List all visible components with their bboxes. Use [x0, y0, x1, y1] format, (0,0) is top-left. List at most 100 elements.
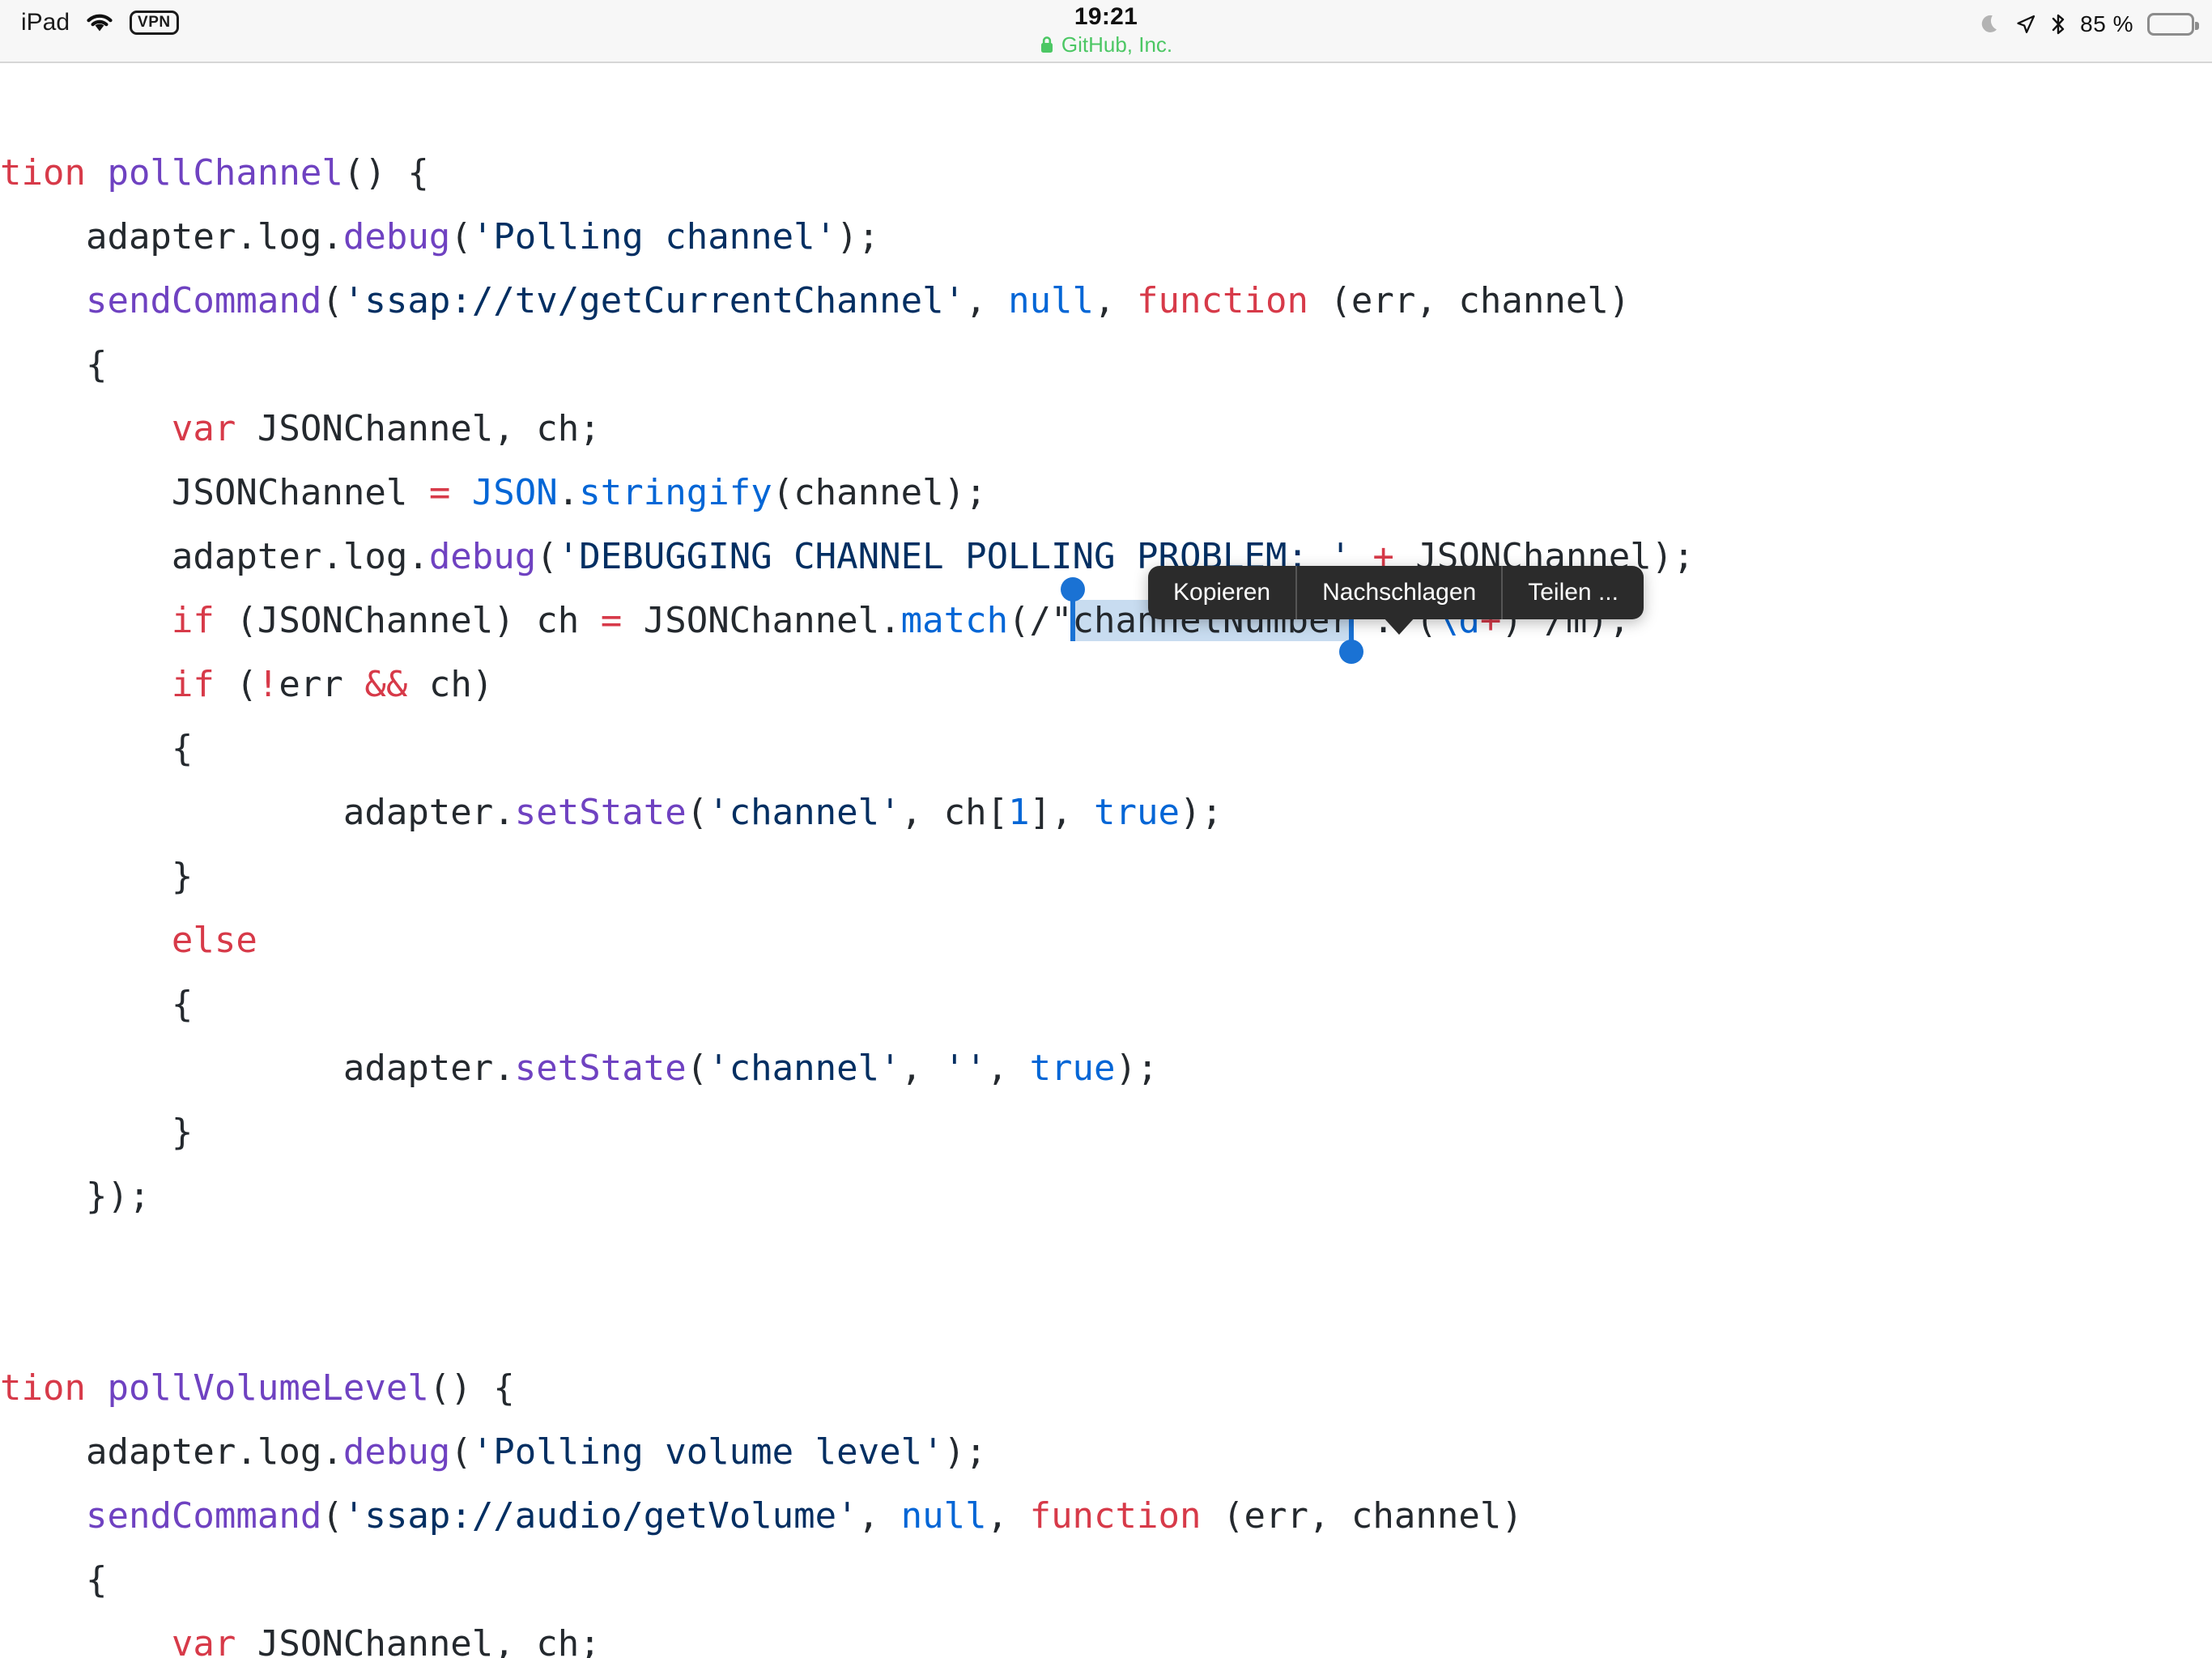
code-token: , [857, 1495, 901, 1537]
code-token: adapter.log. [0, 536, 429, 577]
clock-label: 19:21 [1074, 3, 1138, 30]
context-menu-item-lookup[interactable]: Nachschlagen [1297, 566, 1501, 619]
code-token: 'ssap://tv/getCurrentChannel' [342, 280, 966, 321]
code-token: JSONChannel, ch; [236, 1623, 601, 1658]
code-token: tion [0, 1367, 108, 1409]
text-selection-context-menu[interactable]: Kopieren Nachschlagen Teilen ... [1148, 566, 1644, 619]
code-line[interactable]: JSONChannel = JSON.stringify(channel); [0, 461, 1695, 525]
code-token: }); [0, 1175, 151, 1217]
code-line[interactable]: if (!err && ch) [0, 653, 1695, 716]
code-line[interactable]: } [0, 844, 1695, 908]
code-token: ( [321, 280, 343, 321]
status-bar: iPad VPN 19:21 GitHub, Inc. 85 % [0, 0, 2212, 63]
code-token: = [428, 472, 451, 513]
bluetooth-icon [2050, 12, 2066, 36]
code-token: ( [686, 1048, 708, 1089]
code-line[interactable]: tion pollVolumeLevel() { [0, 1356, 1695, 1420]
code-line[interactable] [0, 1228, 1695, 1292]
code-token: if [171, 664, 215, 705]
code-line[interactable]: { [0, 333, 1695, 397]
code-line[interactable]: var JSONChannel, ch; [0, 1612, 1695, 1658]
code-token: sendCommand [85, 1495, 322, 1537]
code-line[interactable]: var JSONChannel, ch; [0, 397, 1695, 461]
context-menu-item-copy[interactable]: Kopieren [1148, 566, 1295, 619]
code-token: () { [342, 152, 429, 193]
context-menu-pointer [1383, 617, 1415, 635]
code-line[interactable]: sendCommand('ssap://tv/getCurrentChannel… [0, 269, 1695, 333]
code-line[interactable]: adapter.setState('channel', ch[1], true)… [0, 780, 1695, 844]
code-token: stringify [579, 472, 772, 513]
battery-icon [2147, 13, 2199, 36]
code-token: , ch[ [900, 792, 1009, 833]
code-token: , [1094, 280, 1138, 321]
code-token: match [900, 600, 1009, 641]
code-token: (err, channel) [1308, 280, 1631, 321]
site-name-label: GitHub, Inc. [1061, 32, 1173, 57]
code-line[interactable]: adapter.log.debug('Polling volume level'… [0, 1420, 1695, 1484]
site-origin: GitHub, Inc. [1040, 33, 1172, 57]
code-token: 'Polling channel' [471, 216, 837, 257]
code-token: 'ssap://audio/getVolume' [342, 1495, 858, 1537]
source-code-block[interactable]: tion pollChannel() { adapter.log.debug('… [0, 141, 1695, 1658]
code-token: ( [450, 216, 472, 257]
code-line[interactable]: tion pollChannel() { [0, 141, 1695, 205]
code-line[interactable]: { [0, 1548, 1695, 1612]
code-token: tion [0, 152, 108, 193]
context-menu-item-share[interactable]: Teilen ... [1503, 566, 1644, 619]
code-token: { [0, 984, 194, 1025]
battery-percent-label: 85 % [2080, 11, 2133, 36]
code-token: ); [1180, 792, 1223, 833]
code-token: 'channel' [708, 792, 901, 833]
code-token: ], [1029, 792, 1095, 833]
selection-start-caret[interactable] [1070, 600, 1075, 641]
code-token: () { [428, 1367, 515, 1409]
code-token: , [986, 1495, 1030, 1537]
code-token: null [900, 1495, 987, 1537]
code-token: (JSONChannel) ch [214, 600, 601, 641]
code-token: true [1094, 792, 1180, 833]
code-token: ( [450, 1431, 472, 1473]
code-token: ch) [407, 664, 494, 705]
code-token: ); [836, 216, 880, 257]
code-line[interactable]: }); [0, 1164, 1695, 1228]
code-line[interactable]: } [0, 1100, 1695, 1164]
selection-end-handle[interactable] [1338, 640, 1363, 664]
code-token: ( [536, 536, 558, 577]
code-token: var [171, 408, 236, 449]
code-viewer[interactable]: tion pollChannel() { adapter.log.debug('… [0, 63, 2212, 1658]
code-token: 1 [1008, 792, 1030, 833]
status-bar-right: 85 % [1980, 8, 2199, 40]
code-token: . [557, 472, 580, 513]
code-line[interactable]: sendCommand('ssap://audio/getVolume', nu… [0, 1484, 1695, 1548]
status-bar-left: iPad VPN [21, 5, 179, 40]
code-token: { [0, 728, 194, 769]
code-token: (err, channel) [1201, 1495, 1523, 1537]
wifi-icon [84, 11, 115, 34]
code-token: JSONChannel [0, 472, 429, 513]
selection-start-handle[interactable] [1060, 577, 1085, 602]
code-token: adapter. [0, 792, 515, 833]
vpn-indicator: VPN [130, 10, 179, 36]
code-token: ); [943, 1431, 987, 1473]
code-token: , [900, 1048, 944, 1089]
code-token: var [171, 1623, 236, 1658]
moon-icon [1980, 13, 2001, 36]
code-line[interactable]: { [0, 972, 1695, 1036]
code-token: , [965, 280, 1009, 321]
code-line[interactable]: adapter.log.debug('Polling channel'); [0, 205, 1695, 269]
code-token: adapter.log. [0, 1431, 343, 1473]
code-token: ! [257, 664, 279, 705]
code-line[interactable]: adapter.setState('channel', '', true); [0, 1036, 1695, 1100]
code-line[interactable]: { [0, 716, 1695, 780]
code-line[interactable]: else [0, 908, 1695, 972]
code-token: debug [342, 1431, 451, 1473]
code-token: setState [514, 792, 687, 833]
code-token: '' [943, 1048, 987, 1089]
code-token: if [171, 600, 215, 641]
code-line[interactable] [0, 1292, 1695, 1356]
code-token: && [364, 664, 408, 705]
